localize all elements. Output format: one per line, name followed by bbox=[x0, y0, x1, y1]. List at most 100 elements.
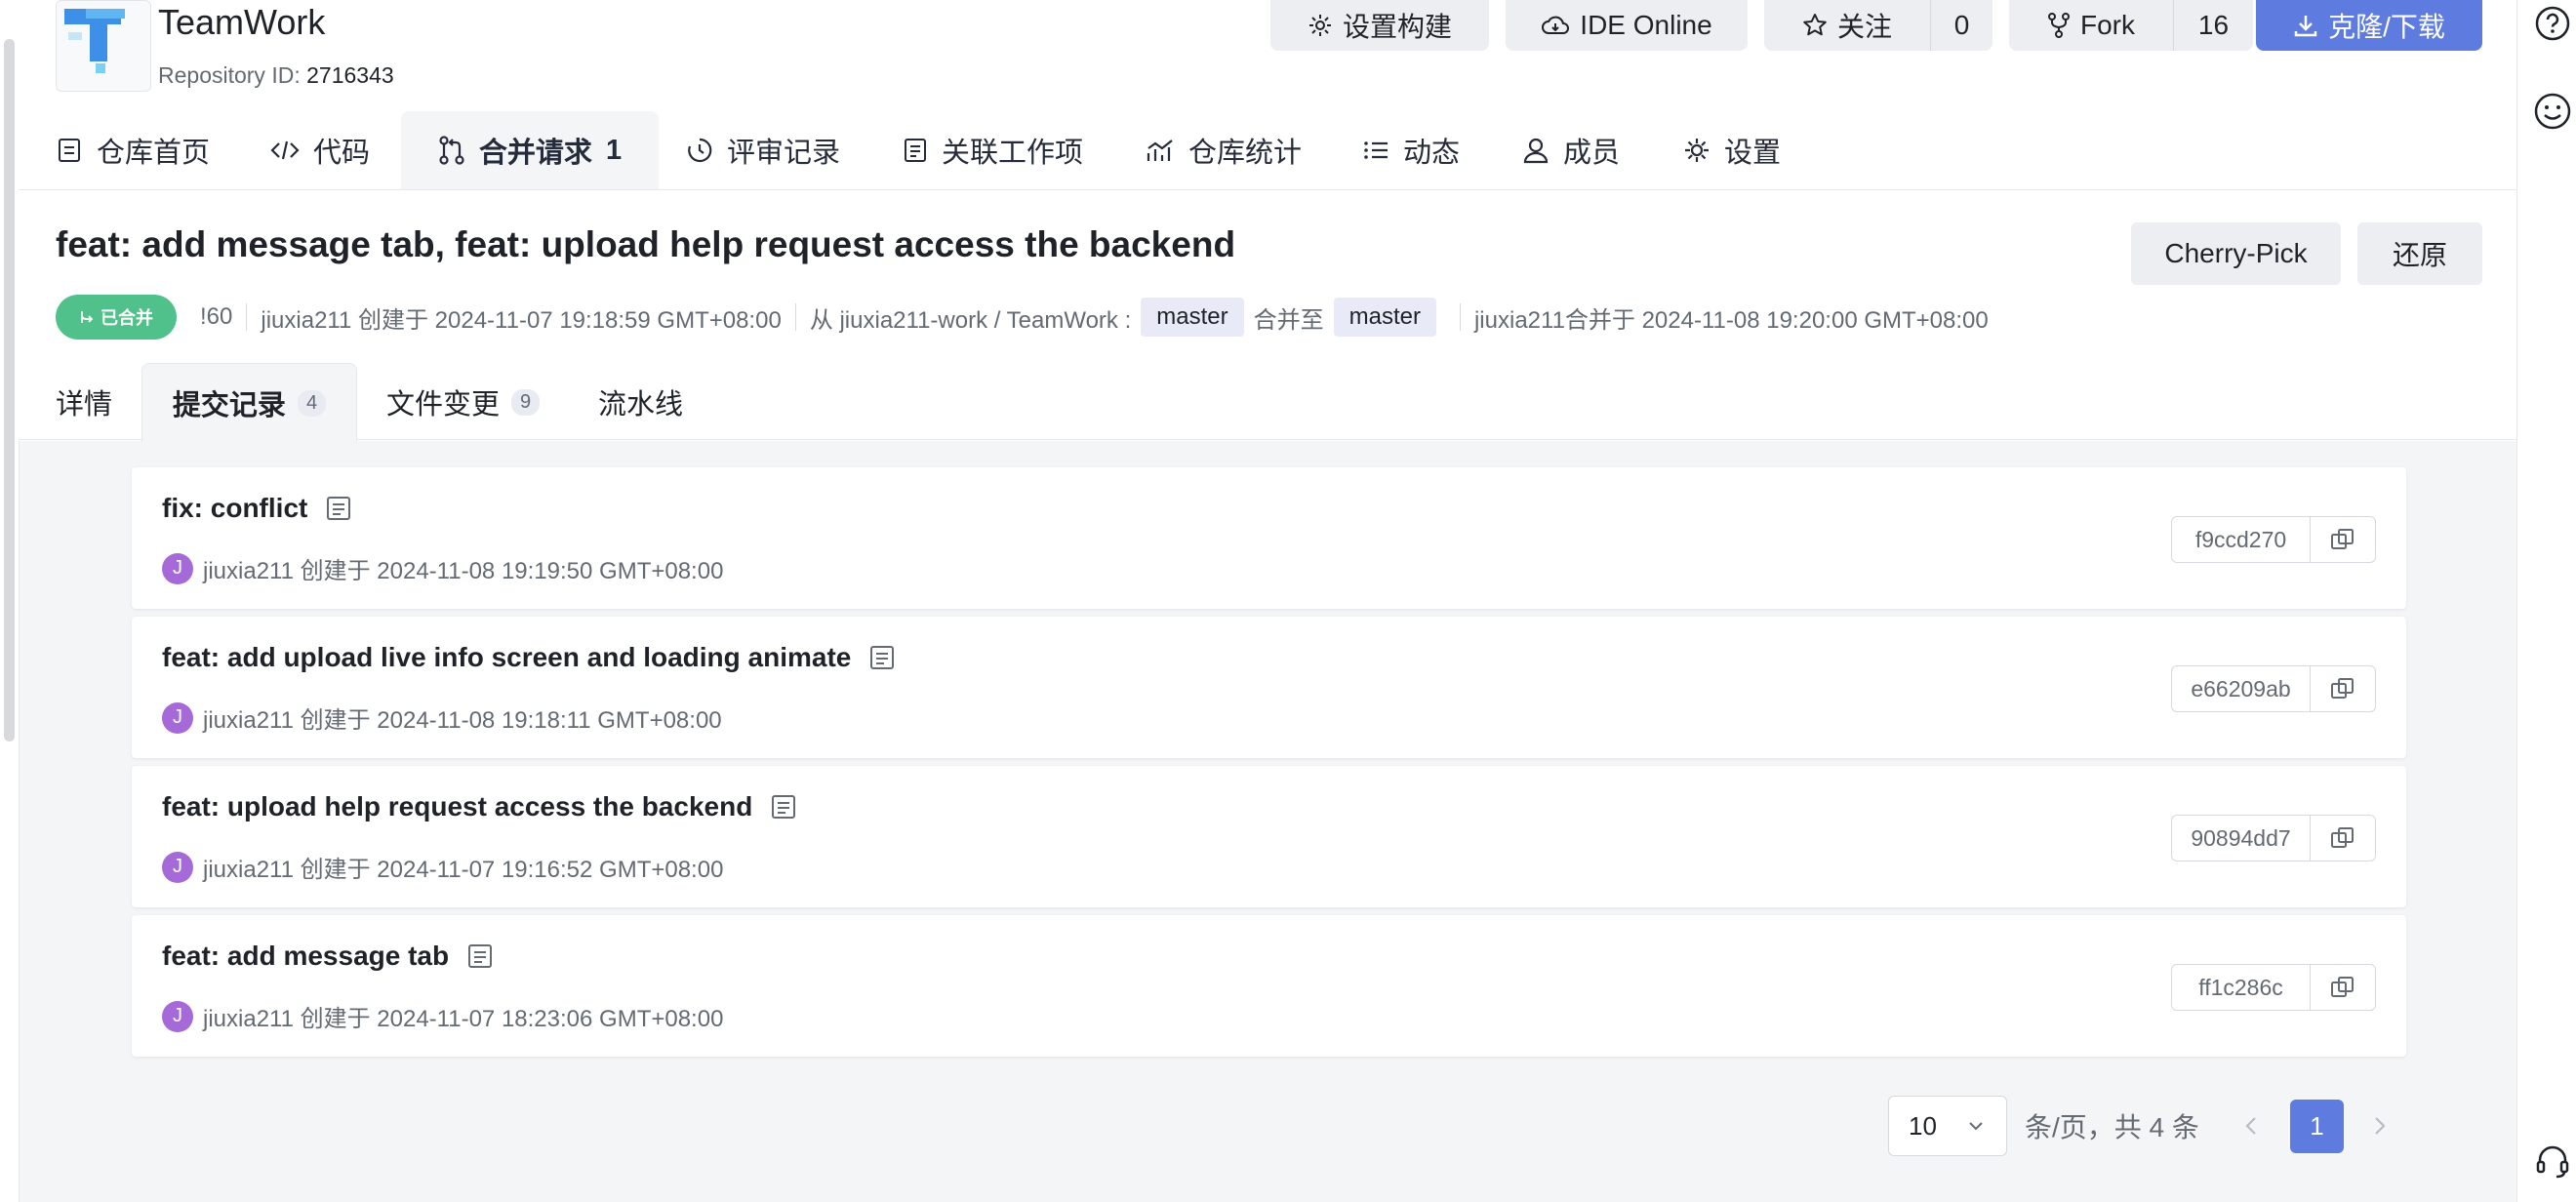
copy-sha-button[interactable] bbox=[2311, 965, 2375, 1010]
document-icon bbox=[59, 139, 80, 162]
repo-id: Repository ID: 2716343 bbox=[158, 62, 394, 89]
subtab-details[interactable]: 详情 bbox=[56, 363, 112, 441]
pr-meta: 已合并 !60 jiuxia211 创建于 2024-11-07 19:18:5… bbox=[56, 295, 1989, 340]
commit-author-date: jiuxia211 创建于 2024-11-08 19:19:50 GMT+08… bbox=[203, 558, 724, 584]
ide-online-button[interactable]: IDE Online bbox=[1506, 0, 1748, 51]
tab-reviews-label: 评审记录 bbox=[727, 138, 841, 169]
copy-sha-button[interactable] bbox=[2311, 517, 2375, 562]
tab-work-items[interactable]: 关联工作项 bbox=[903, 111, 1083, 189]
right-help-rail bbox=[2516, 0, 2576, 1202]
source-branch-chip[interactable]: master bbox=[1141, 298, 1244, 337]
commit-author-date: jiuxia211 创建于 2024-11-08 19:18:11 GMT+08… bbox=[203, 707, 722, 734]
commit-meta: J jiuxia211 创建于 2024-11-08 19:18:11 GMT+… bbox=[162, 701, 722, 735]
repo-id-label: Repository ID: bbox=[158, 62, 301, 88]
tab-members-label: 成员 bbox=[1563, 138, 1621, 169]
fork-button[interactable]: Fork bbox=[2009, 0, 2173, 51]
revert-button[interactable]: 还原 bbox=[2357, 222, 2482, 285]
current-page-button[interactable]: 1 bbox=[2290, 1100, 2344, 1153]
repo-id-value: 2716343 bbox=[306, 62, 394, 88]
pr-number: !60 bbox=[200, 303, 233, 330]
merge-request-icon bbox=[439, 136, 464, 165]
page-size-value: 10 bbox=[1909, 1110, 1937, 1141]
avatar[interactable]: J bbox=[162, 1000, 193, 1032]
target-branch-chip[interactable]: master bbox=[1333, 298, 1436, 337]
merged-icon bbox=[81, 311, 94, 323]
commit-sha[interactable]: 90894dd7 bbox=[2172, 816, 2311, 861]
commit-title[interactable]: feat: upload help request access the bac… bbox=[162, 791, 752, 822]
avatar[interactable]: J bbox=[162, 552, 193, 584]
tab-activity-label: 动态 bbox=[1403, 138, 1461, 169]
review-history-icon bbox=[688, 138, 712, 163]
tab-work-items-label: 关联工作项 bbox=[942, 138, 1084, 169]
code-icon bbox=[270, 140, 300, 160]
copy-icon bbox=[2331, 827, 2354, 848]
tab-merge-requests[interactable]: 合并请求 1 bbox=[401, 111, 659, 189]
tab-reviews[interactable]: 评审记录 bbox=[686, 111, 840, 189]
commit-sha[interactable]: ff1c286c bbox=[2172, 965, 2311, 1010]
commit-sha-group: f9ccd270 bbox=[2171, 516, 2376, 563]
tab-repo-home[interactable]: 仓库首页 bbox=[56, 111, 210, 189]
tab-code[interactable]: 代码 bbox=[270, 111, 370, 189]
clone-download-button[interactable]: 克隆/下载 bbox=[2256, 0, 2482, 51]
commit-message-icon[interactable] bbox=[868, 644, 896, 671]
prev-page-button[interactable] bbox=[2240, 1111, 2264, 1145]
customer-service-icon[interactable] bbox=[2533, 1142, 2572, 1181]
tab-settings[interactable]: 设置 bbox=[1683, 111, 1781, 189]
merged-status-label: 已合并 bbox=[101, 308, 153, 328]
tab-repo-stats-label: 仓库统计 bbox=[1188, 138, 1303, 169]
subtab-pipeline-label: 流水线 bbox=[598, 389, 684, 421]
commit-message-icon[interactable] bbox=[466, 942, 494, 970]
merged-status-badge: 已合并 bbox=[56, 295, 177, 340]
copy-sha-button[interactable] bbox=[2311, 816, 2375, 861]
pr-merged-info: jiuxia211合并于 2024-11-08 19:20:00 GMT+08:… bbox=[1473, 306, 1989, 334]
page-size-select[interactable]: 10 bbox=[1888, 1096, 2007, 1156]
settings-build-label: 设置构建 bbox=[1342, 12, 1452, 42]
copy-sha-button[interactable] bbox=[2311, 666, 2375, 711]
subtab-pipeline[interactable]: 流水线 bbox=[598, 363, 683, 441]
gear-icon bbox=[1308, 15, 1331, 36]
commit-sha[interactable]: f9ccd270 bbox=[2172, 517, 2311, 562]
left-scrollbar-thumb[interactable] bbox=[4, 39, 15, 741]
commit-title[interactable]: fix: conflict bbox=[162, 493, 307, 524]
next-page-button[interactable] bbox=[2367, 1111, 2391, 1145]
tab-repo-home-label: 仓库首页 bbox=[97, 138, 211, 169]
meta-separator bbox=[794, 303, 796, 331]
commit-message-icon[interactable] bbox=[770, 793, 797, 821]
meta-separator bbox=[246, 303, 248, 331]
avatar[interactable]: J bbox=[162, 851, 193, 883]
tab-members[interactable]: 成员 bbox=[1522, 111, 1620, 189]
commit-title-row: feat: add upload live info screen and lo… bbox=[162, 642, 896, 673]
subtab-files[interactable]: 文件变更 9 bbox=[386, 363, 541, 441]
cloud-icon bbox=[1542, 16, 1570, 34]
avatar[interactable]: J bbox=[162, 701, 193, 734]
tab-activity[interactable]: 动态 bbox=[1362, 111, 1460, 189]
commit-card: feat: upload help request access the bac… bbox=[132, 766, 2406, 907]
commit-title[interactable]: feat: add upload live info screen and lo… bbox=[162, 642, 851, 673]
stats-chart-icon bbox=[1147, 140, 1173, 161]
fork-button-group[interactable]: Fork 16 bbox=[2009, 0, 2253, 51]
commit-sha[interactable]: e66209ab bbox=[2172, 666, 2311, 711]
commit-meta: J jiuxia211 创建于 2024-11-07 19:16:52 GMT+… bbox=[162, 850, 723, 884]
repo-name[interactable]: TeamWork bbox=[158, 0, 325, 45]
follow-button[interactable]: 关注 bbox=[1764, 0, 1930, 51]
chevron-left-icon bbox=[2245, 1117, 2256, 1135]
follow-count[interactable]: 0 bbox=[1931, 0, 1992, 51]
commit-title[interactable]: feat: add message tab bbox=[162, 941, 449, 972]
commit-message-icon[interactable] bbox=[325, 495, 352, 522]
tab-settings-label: 设置 bbox=[1724, 138, 1782, 169]
subtab-commits-label: 提交记录 bbox=[172, 390, 286, 421]
nav-divider bbox=[19, 189, 2516, 190]
subtab-commits[interactable]: 提交记录 4 bbox=[141, 363, 357, 442]
help-icon[interactable] bbox=[2533, 4, 2572, 43]
fork-count[interactable]: 16 bbox=[2174, 0, 2253, 51]
follow-button-group[interactable]: 关注 0 bbox=[1764, 0, 1992, 51]
pr-into-label: 合并至 bbox=[1253, 306, 1324, 334]
settings-build-button[interactable]: 设置构建 bbox=[1270, 0, 1489, 51]
cherry-pick-button[interactable]: Cherry-Pick bbox=[2131, 222, 2341, 285]
chevron-down-icon bbox=[1969, 1122, 1983, 1131]
tab-repo-stats[interactable]: 仓库统计 bbox=[1146, 111, 1302, 189]
feedback-smile-icon[interactable] bbox=[2533, 92, 2572, 131]
repo-logo bbox=[56, 0, 151, 92]
tab-code-label: 代码 bbox=[313, 138, 371, 169]
commit-card: fix: conflict J jiuxia211 创建于 2024-11-08… bbox=[132, 467, 2406, 609]
